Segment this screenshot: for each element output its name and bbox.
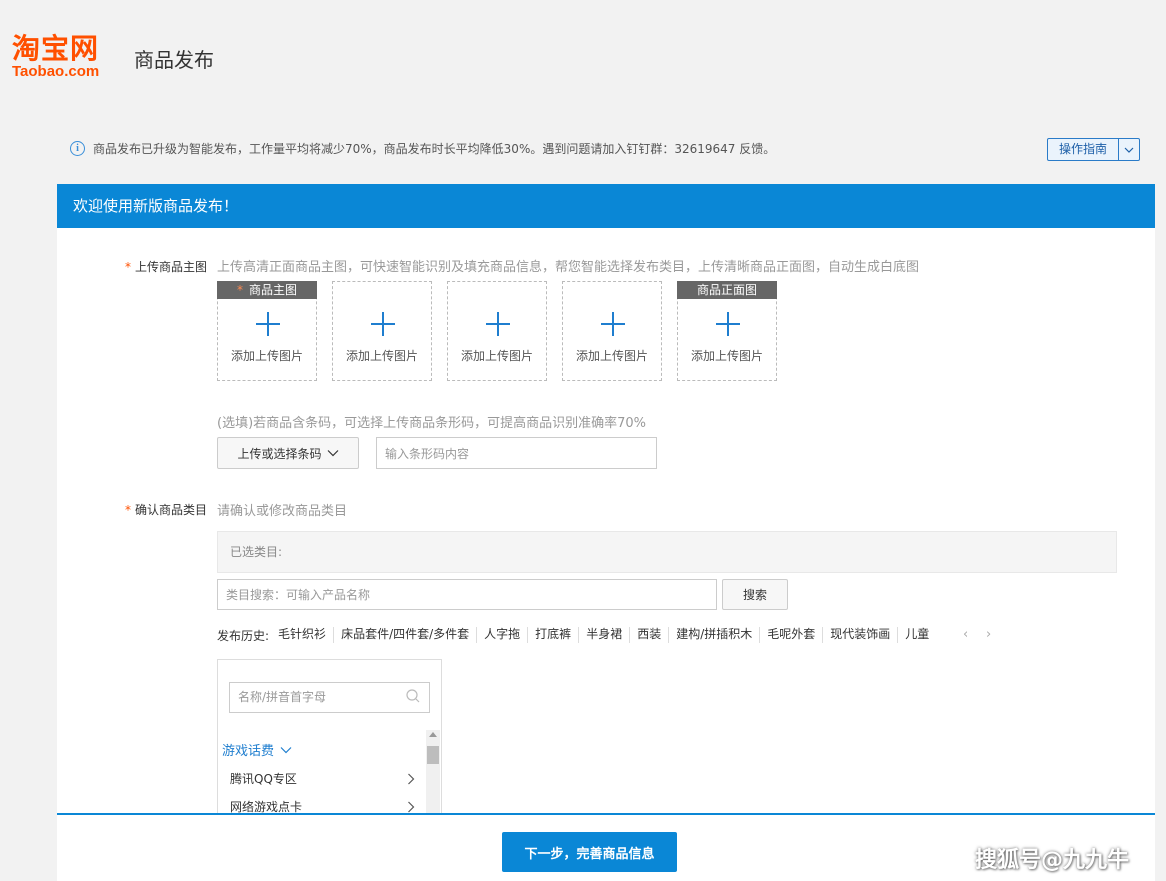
category-label-text: 确认商品类目 (135, 503, 208, 517)
chevron-down-icon (327, 450, 338, 457)
chevron-right-icon (408, 801, 415, 812)
upload-slot-front[interactable]: 商品正面图 添加上传图片 (677, 281, 777, 381)
barcode-input[interactable]: 输入条形码内容 (376, 437, 657, 469)
barcode-hint: (选填)若商品含条码，可选择上传商品条形码，可提高商品识别准确率70% (217, 416, 647, 431)
upload-tag: 商品正面图 (677, 281, 777, 299)
history-item[interactable]: 儿童 (898, 627, 936, 643)
upload-text: 添加上传图片 (575, 349, 648, 363)
guide-button[interactable]: 操作指南 (1048, 139, 1120, 160)
publish-panel: 欢迎使用新版商品发布！ * 上传商品主图 上传高清正面商品主图，可快速智能识别及填… (57, 184, 1155, 881)
plus-icon (601, 312, 625, 336)
selected-category: 已选类目: (217, 531, 1117, 573)
plus-icon (256, 312, 280, 336)
logo-english: Taobao.com (12, 63, 100, 80)
upload-slot-4[interactable]: 添加上传图片 (562, 281, 662, 381)
main-image-hint: 上传高清正面商品主图，可快速智能识别及填充商品信息，帮您智能选择发布类目，上传清… (217, 260, 920, 275)
upload-text: 添加上传图片 (690, 349, 763, 363)
watermark: 搜狐号@九九牛 (975, 848, 1130, 873)
page-title: 商品发布 (134, 48, 214, 72)
next-step-button[interactable]: 下一步，完善商品信息 (502, 832, 677, 872)
history-item[interactable]: 毛针织衫 (271, 627, 335, 643)
category-search-input[interactable]: 类目搜索：可输入产品名称 (217, 579, 717, 610)
history-item[interactable]: 人字拖 (477, 627, 529, 643)
upload-text: 添加上传图片 (460, 349, 533, 363)
page-header: 淘宝网 Taobao.com 商品发布 (0, 0, 1166, 110)
category-item[interactable]: 腾讯QQ专区 (230, 770, 415, 787)
plus-icon (486, 312, 510, 336)
required-mark: * (125, 503, 131, 517)
history-item[interactable]: 毛呢外套 (760, 627, 824, 643)
upload-text: 添加上传图片 (230, 349, 303, 363)
history-prev-icon[interactable]: ‹ (963, 627, 968, 642)
chevron-down-icon (280, 746, 292, 753)
history-item[interactable]: 建构/拼插积木 (669, 627, 761, 643)
info-icon: i (70, 141, 85, 156)
category-group-label: 游戏话费 (222, 744, 275, 759)
plus-icon (716, 312, 740, 336)
category-scrollbar[interactable] (426, 730, 440, 819)
main-image-label: * 上传商品主图 (125, 258, 207, 275)
history-label: 发布历史: (217, 629, 270, 643)
chevron-down-icon[interactable] (1119, 139, 1139, 160)
logo-chinese: 淘宝网 (12, 32, 100, 65)
upload-tag: * 商品主图 (217, 281, 317, 299)
category-hint: 请确认或修改商品类目 (217, 504, 348, 519)
welcome-banner: 欢迎使用新版商品发布！ (57, 184, 1155, 228)
history-item[interactable]: 现代装饰画 (823, 627, 899, 643)
category-label: * 确认商品类目 (125, 501, 207, 518)
upload-text: 添加上传图片 (345, 349, 418, 363)
guide-dropdown[interactable]: 操作指南 (1047, 138, 1141, 161)
upgrade-notice: i 商品发布已升级为智能发布，工作量平均将减少70%，商品发布时长平均降低30%… (70, 140, 775, 157)
notice-text: 商品发布已升级为智能发布，工作量平均将减少70%，商品发布时长平均降低30%。遇… (93, 142, 776, 156)
scroll-up-icon[interactable] (429, 732, 437, 737)
upload-slot-2[interactable]: 添加上传图片 (332, 281, 432, 381)
history-next-icon[interactable]: › (986, 627, 991, 642)
chevron-right-icon (408, 773, 415, 784)
upload-slot-main[interactable]: * 商品主图 添加上传图片 (217, 281, 317, 381)
tree-search-placeholder: 名称/拼音首字母 (238, 690, 327, 704)
category-tree: 名称/拼音首字母 游戏话费 腾讯QQ专区 网络游戏点卡 (217, 659, 442, 819)
history-item[interactable]: 半身裙 (579, 627, 631, 643)
barcode-select-button[interactable]: 上传或选择条码 (217, 437, 359, 469)
publish-history: 发布历史: 毛针织衫 床品套件/四件套/多件套 人字拖 打底裤 半身裙 西装 建… (217, 627, 937, 643)
category-group[interactable]: 游戏话费 (222, 740, 292, 759)
scroll-thumb[interactable] (427, 746, 439, 764)
history-item[interactable]: 西装 (630, 627, 670, 643)
upload-slot-3[interactable]: 添加上传图片 (447, 281, 547, 381)
plus-icon (371, 312, 395, 336)
category-item-label: 腾讯QQ专区 (230, 772, 297, 786)
taobao-logo[interactable]: 淘宝网 Taobao.com (12, 34, 99, 80)
barcode-button-label: 上传或选择条码 (237, 446, 322, 461)
history-item[interactable]: 打底裤 (528, 627, 580, 643)
category-search-button[interactable]: 搜索 (722, 579, 788, 610)
history-item[interactable]: 床品套件/四件套/多件套 (334, 627, 478, 643)
search-icon (406, 689, 420, 703)
category-tree-search[interactable]: 名称/拼音首字母 (229, 682, 430, 713)
main-image-label-text: 上传商品主图 (135, 260, 208, 274)
required-mark: * (125, 260, 131, 274)
